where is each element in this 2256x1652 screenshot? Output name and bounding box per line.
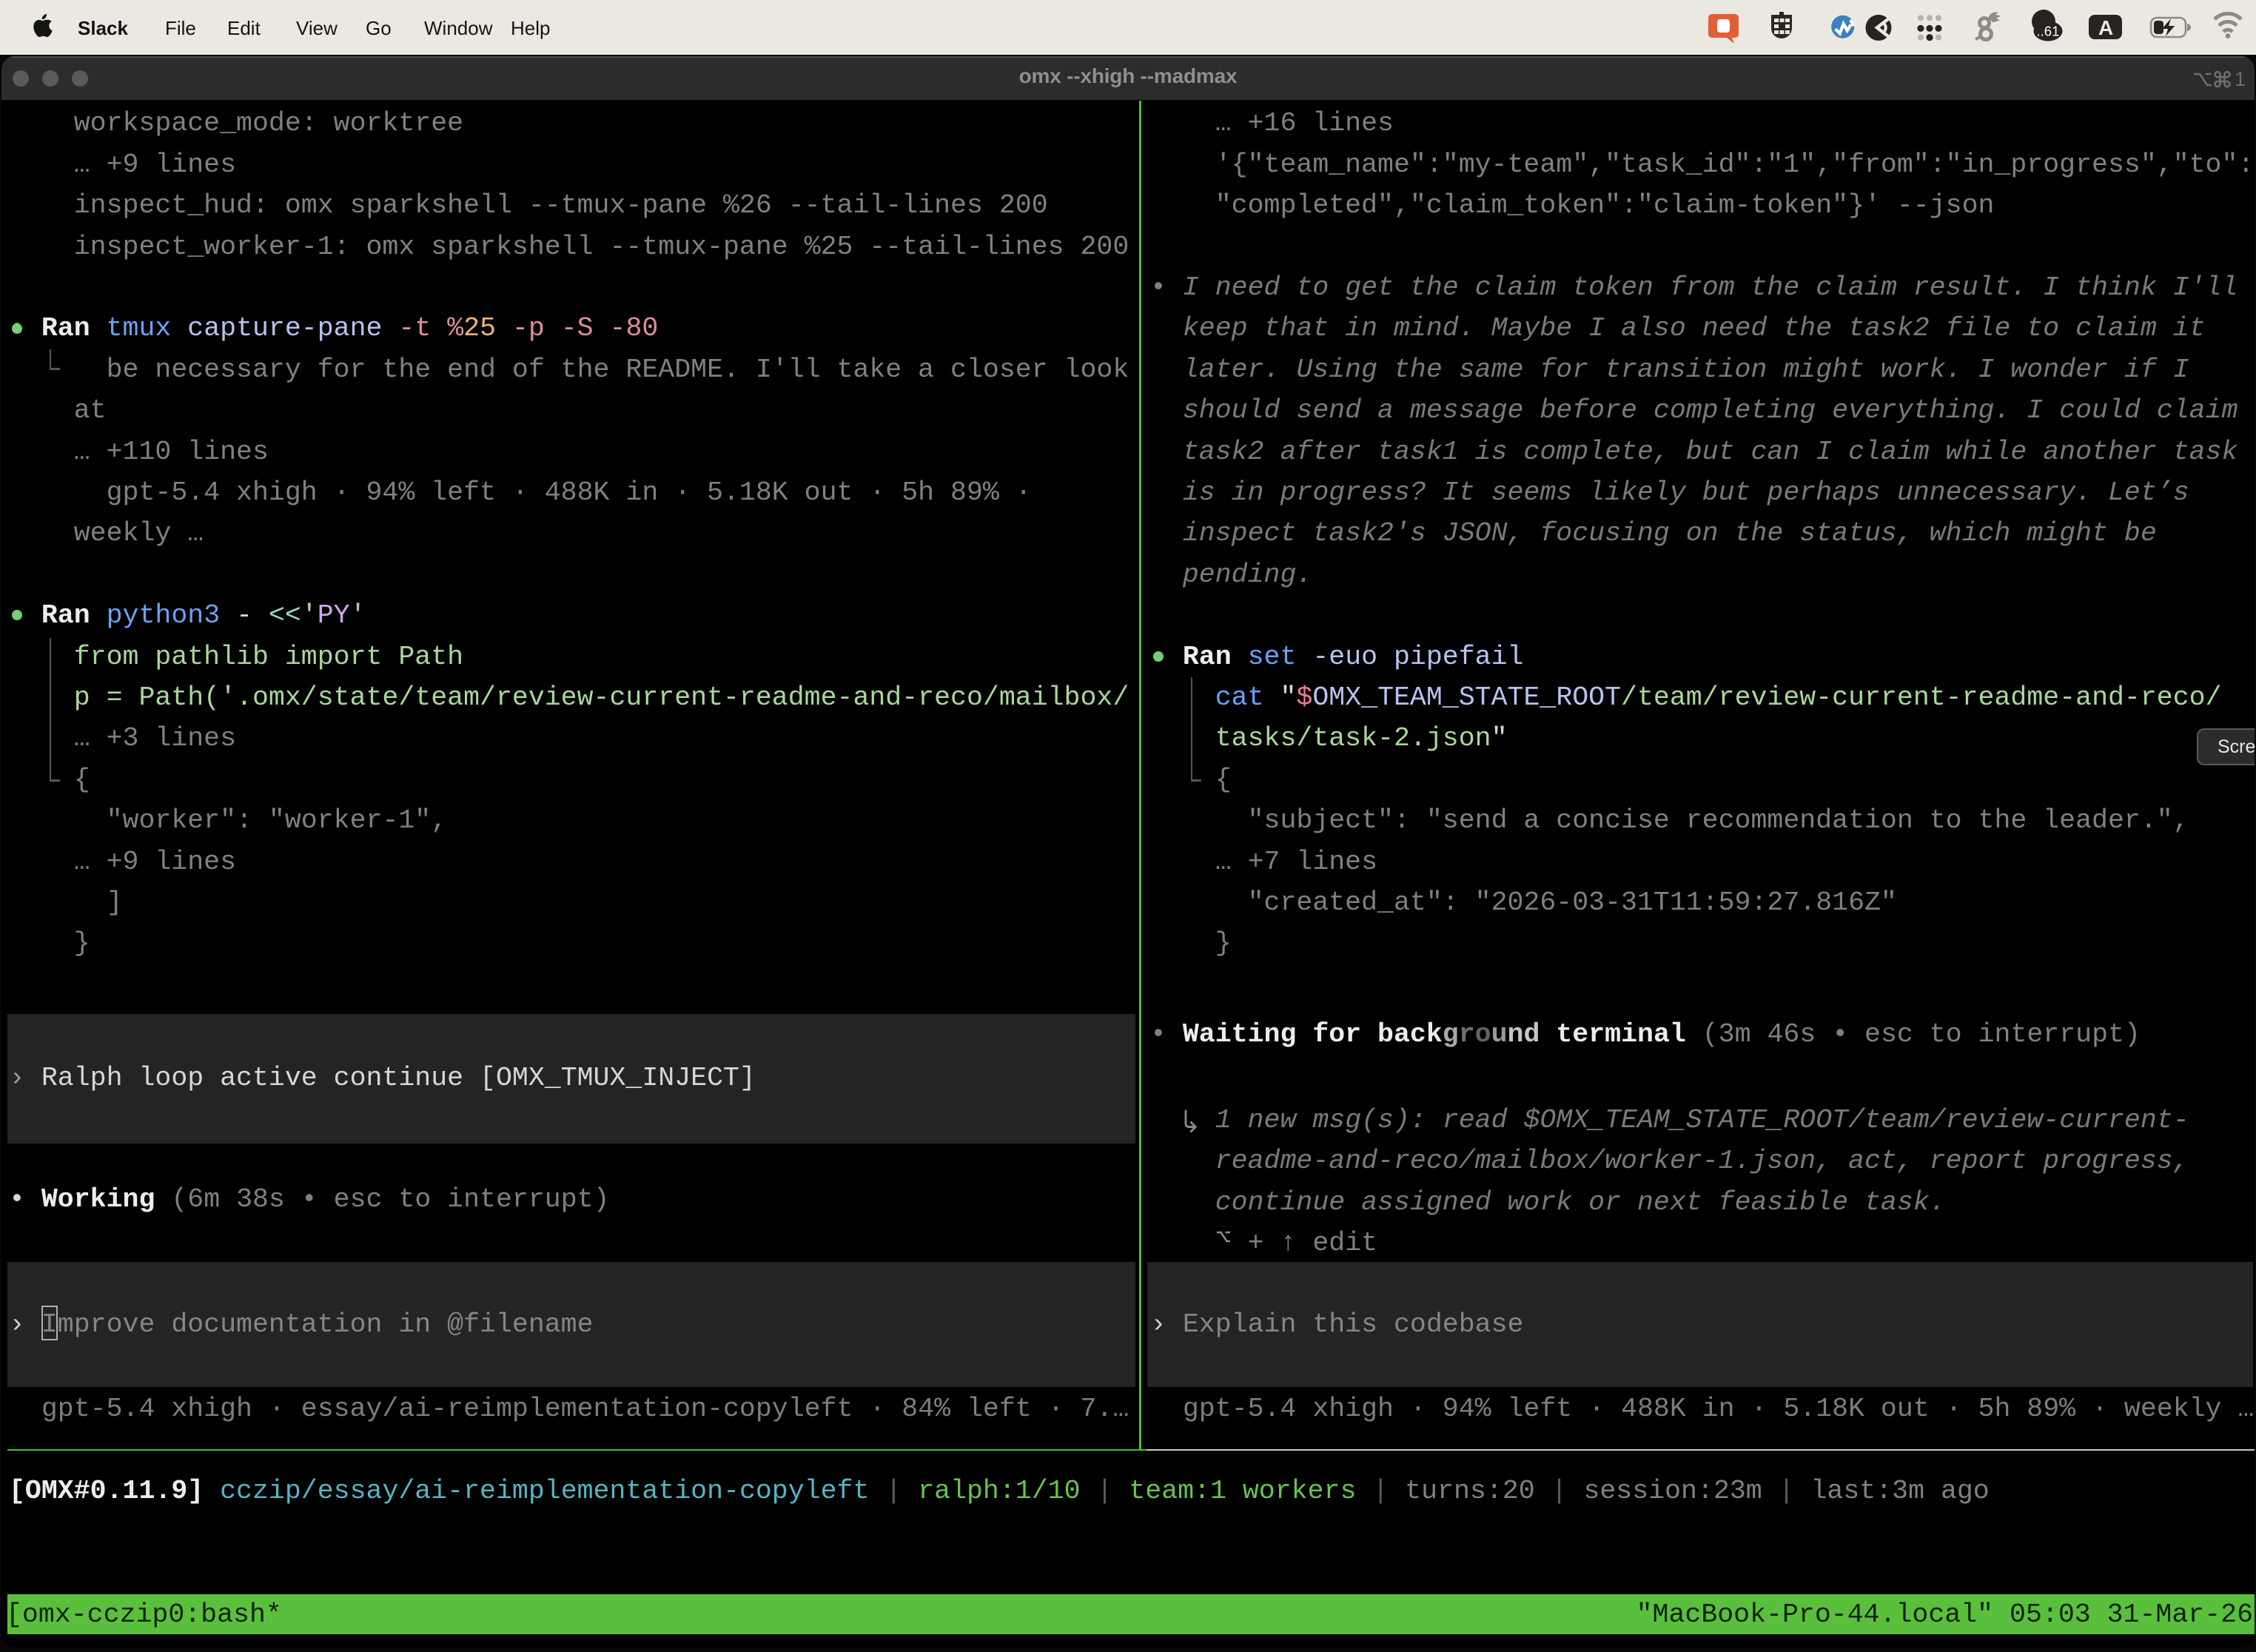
svg-text:1: 1 bbox=[2235, 68, 2245, 90]
svg-text:..61: ..61 bbox=[2037, 24, 2060, 39]
svg-text:A: A bbox=[2098, 16, 2113, 39]
